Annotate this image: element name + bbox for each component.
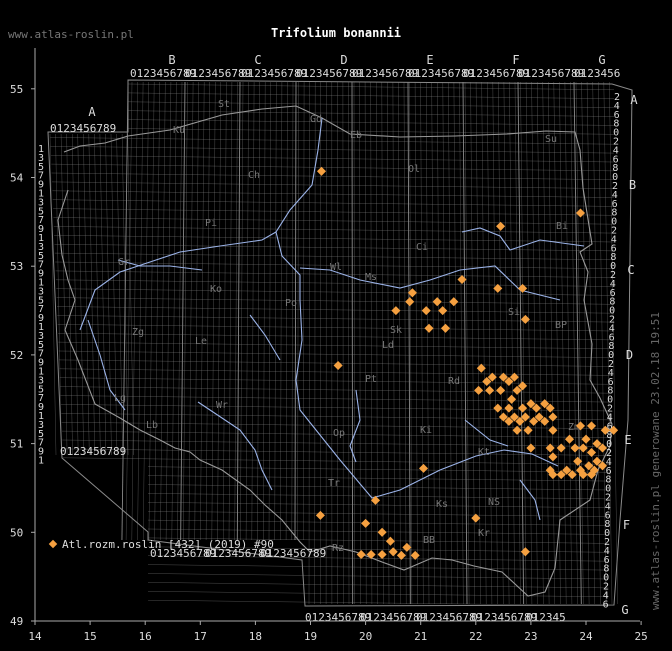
region-code: Le — [195, 336, 207, 347]
legend-text: Atl.rozm.roslin [432] (2019) #90 — [62, 538, 274, 551]
region-code: Po — [285, 298, 297, 309]
region-code: Su — [545, 134, 557, 145]
region-code: Gd — [310, 114, 322, 125]
region-code: Kt — [478, 447, 490, 458]
region-code: BP — [555, 320, 567, 331]
region-code: Tr — [328, 478, 340, 489]
region-code: Sk — [390, 325, 402, 336]
right-letter: G — [621, 603, 628, 617]
x-tick-label: 24 — [579, 630, 593, 643]
region-code: Ci — [416, 242, 428, 253]
right-letter: B — [629, 178, 636, 192]
right-letter: E — [624, 433, 631, 447]
region-code: Eb — [350, 130, 362, 141]
top-letter: B — [168, 53, 175, 67]
region-code: Kr — [478, 528, 490, 539]
region-code: Pi — [205, 218, 217, 229]
region-code: Ms — [365, 272, 377, 283]
y-tick-label: 55 — [10, 83, 23, 96]
top-digits: 0123456 — [574, 67, 620, 80]
region-code: Lg — [114, 393, 126, 404]
generated-timestamp: www.atlas-roslin.pl generowane 23.02.18 … — [649, 311, 662, 610]
right-letter: F — [623, 518, 630, 532]
region-code: Si — [508, 307, 520, 318]
right-letter: D — [626, 348, 633, 362]
y-tick-label: 52 — [10, 349, 23, 362]
x-tick-label: 16 — [139, 630, 152, 643]
y-tick-label: 49 — [10, 615, 23, 628]
region-code: Ld — [382, 340, 394, 351]
region-code: Ch — [248, 170, 260, 181]
region-code: Ki — [420, 425, 432, 436]
left-digit: 1 — [38, 456, 44, 467]
top-letter: E — [426, 53, 433, 67]
region-code: Zg — [132, 327, 144, 338]
region-code: Gr — [118, 257, 130, 268]
region-code: Ku — [173, 125, 185, 136]
region-code: BB — [423, 535, 435, 546]
distribution-map: 0123456789012345678901234567890123456789… — [0, 0, 672, 651]
right-digit: 6 — [603, 599, 609, 610]
legend-marker-icon — [48, 539, 58, 549]
region-code: Op — [333, 428, 345, 439]
top-letter: F — [512, 53, 519, 67]
region-code: Ol — [408, 164, 420, 175]
x-tick-label: 25 — [634, 630, 647, 643]
bottom-digits: 012345 — [526, 611, 566, 624]
x-tick-label: 14 — [28, 630, 42, 643]
y-tick-label: 54 — [10, 172, 24, 185]
region-code: Ks — [436, 499, 448, 510]
left-top-digits: 0123456789 — [50, 122, 116, 135]
x-tick-label: 15 — [83, 630, 96, 643]
region-code: Wr — [216, 400, 228, 411]
x-tick-label: 18 — [249, 630, 262, 643]
region-code: Wl — [330, 262, 342, 273]
region-code: Bi — [556, 221, 568, 232]
region-code: Pt — [365, 374, 377, 385]
right-letter: C — [627, 263, 634, 277]
right-letter: A — [630, 93, 638, 107]
top-letter: G — [598, 53, 605, 67]
region-code: Ko — [210, 284, 222, 295]
x-tick-label: 21 — [414, 630, 427, 643]
y-tick-label: 50 — [10, 526, 23, 539]
top-letter: C — [254, 53, 261, 67]
left-letter: A — [88, 105, 96, 119]
x-tick-label: 23 — [524, 630, 537, 643]
x-tick-label: 20 — [359, 630, 372, 643]
legend: Atl.rozm.roslin [432] (2019) #90 — [48, 538, 274, 551]
region-code: Rd — [448, 376, 460, 387]
region-code: Rz — [332, 543, 344, 554]
top-letter: D — [340, 53, 347, 67]
x-tick-label: 17 — [194, 630, 207, 643]
x-tick-label: 19 — [304, 630, 317, 643]
x-tick-label: 22 — [469, 630, 482, 643]
region-code: NS — [488, 497, 500, 508]
y-tick-label: 53 — [10, 260, 23, 273]
y-tick-label: 51 — [10, 438, 23, 451]
region-code: St — [218, 99, 230, 110]
region-code: Lb — [146, 420, 158, 431]
left-bottom-digits: 0123456789 — [60, 445, 126, 458]
map-title: Trifolium bonannii — [270, 26, 402, 40]
